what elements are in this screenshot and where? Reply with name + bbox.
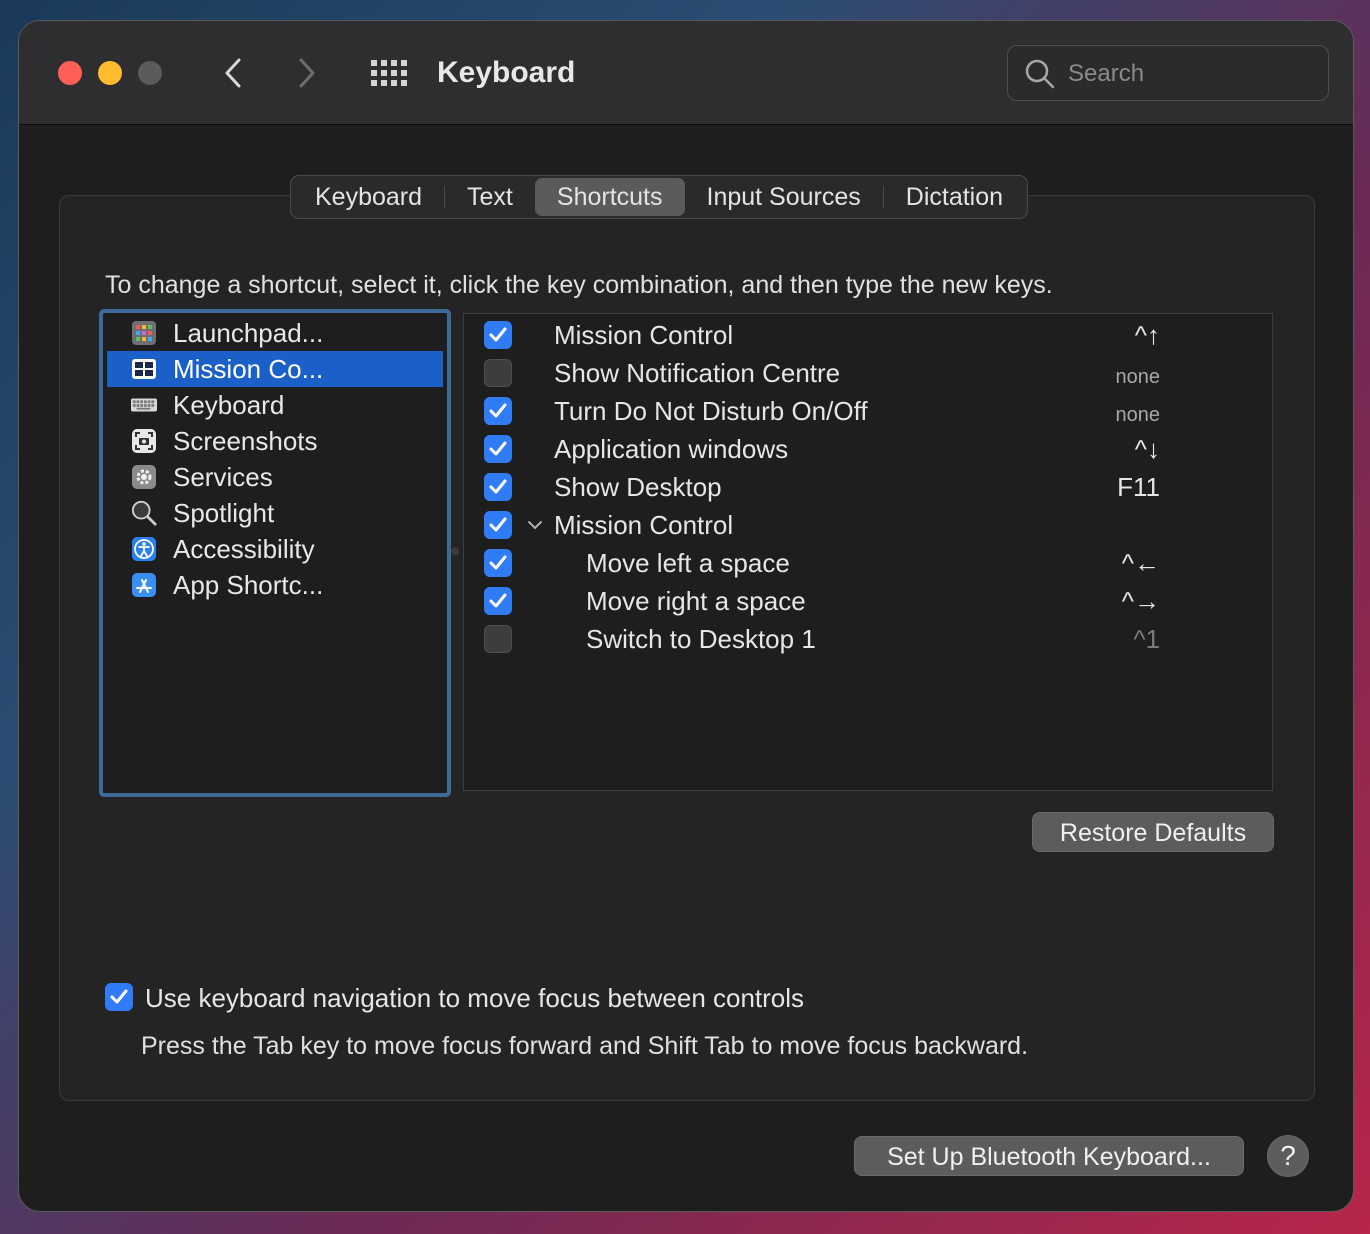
- shortcut-group-label: Mission Control: [554, 510, 734, 540]
- grid-icon: [371, 60, 407, 86]
- titlebar: Keyboard: [19, 21, 1353, 125]
- tab-shortcuts[interactable]: Shortcuts: [534, 178, 685, 216]
- accessibility-icon: [131, 537, 157, 561]
- category-list[interactable]: Launchpad... Mission Co... Keyboard Scre…: [99, 309, 451, 797]
- chevron-right-icon: [299, 58, 315, 88]
- chevron-down-icon[interactable]: [526, 516, 544, 534]
- checkmark-icon: [110, 989, 128, 1004]
- shortcut-key[interactable]: F11: [1117, 470, 1160, 504]
- shortcut-checkbox[interactable]: [484, 359, 512, 387]
- screenshot-icon: [131, 429, 157, 453]
- shortcut-key[interactable]: ^↓: [1135, 432, 1160, 466]
- keyboard-navigation-hint: Press the Tab key to move focus forward …: [141, 1032, 1029, 1060]
- keyboard-icon: [131, 393, 157, 417]
- checkmark-icon: [489, 517, 507, 532]
- category-mission-control[interactable]: Mission Co...: [107, 351, 443, 387]
- checkmark-icon: [489, 593, 507, 608]
- shortcut-label: Move left a space: [586, 548, 790, 578]
- shortcut-row[interactable]: Move left a space ^←: [464, 544, 1272, 582]
- shortcut-label: Switch to Desktop 1: [586, 624, 816, 654]
- shortcut-row[interactable]: Switch to Desktop 1 ^1: [464, 620, 1272, 658]
- checkmark-icon: [489, 479, 507, 494]
- shortcut-key[interactable]: ^1: [1133, 622, 1160, 656]
- category-label: Mission Co...: [173, 354, 324, 384]
- shortcut-label: Mission Control: [554, 320, 734, 350]
- category-spotlight[interactable]: Spotlight: [107, 495, 443, 531]
- shortcut-key[interactable]: none: [1116, 360, 1161, 394]
- minimize-button[interactable]: [98, 61, 122, 85]
- search-field[interactable]: [1007, 45, 1329, 101]
- shortcut-row[interactable]: Show Notification Centre none: [464, 354, 1272, 392]
- instruction-text: To change a shortcut, select it, click t…: [105, 271, 1053, 299]
- checkmark-icon: [489, 327, 507, 342]
- category-label: Keyboard: [173, 390, 285, 420]
- shortcut-row[interactable]: Show Desktop F11: [464, 468, 1272, 506]
- shortcut-key[interactable]: ^←: [1122, 546, 1160, 580]
- forward-button[interactable]: [287, 51, 327, 95]
- shortcut-label: Turn Do Not Disturb On/Off: [554, 396, 868, 426]
- chevron-left-icon: [225, 58, 241, 88]
- close-button[interactable]: [58, 61, 82, 85]
- category-screenshots[interactable]: Screenshots: [107, 423, 443, 459]
- shortcut-key[interactable]: none: [1116, 398, 1161, 432]
- shortcut-checkbox[interactable]: [484, 397, 512, 425]
- shortcut-list[interactable]: Mission Control ^↑ Show Notification Cen…: [463, 313, 1273, 791]
- shortcut-checkbox[interactable]: [484, 549, 512, 577]
- keyboard-navigation-label[interactable]: Use keyboard navigation to move focus be…: [145, 981, 804, 1015]
- back-button[interactable]: [213, 51, 253, 95]
- gear-icon: [131, 465, 157, 489]
- zoom-button[interactable]: [138, 61, 162, 85]
- keyboard-navigation-checkbox[interactable]: [105, 983, 133, 1011]
- shortcut-group-row[interactable]: Mission Control: [464, 506, 1272, 544]
- show-all-button[interactable]: [367, 53, 411, 93]
- category-launchpad[interactable]: Launchpad...: [107, 315, 443, 351]
- shortcut-label: Show Desktop: [554, 472, 722, 502]
- mission-control-icon: [131, 357, 157, 381]
- shortcut-key[interactable]: ^↑: [1135, 318, 1160, 352]
- shortcut-label: Move right a space: [586, 586, 806, 616]
- shortcut-checkbox[interactable]: [484, 587, 512, 615]
- restore-defaults-button[interactable]: Restore Defaults: [1032, 812, 1274, 852]
- search-input[interactable]: [1068, 56, 1308, 92]
- search-icon: [1025, 59, 1055, 89]
- tab-input-sources[interactable]: Input Sources: [685, 178, 883, 216]
- setup-bluetooth-keyboard-button[interactable]: Set Up Bluetooth Keyboard...: [854, 1136, 1244, 1176]
- tab-text[interactable]: Text: [445, 178, 535, 216]
- category-label: Launchpad...: [173, 318, 324, 348]
- category-label: Screenshots: [173, 426, 318, 456]
- shortcut-checkbox[interactable]: [484, 473, 512, 501]
- category-keyboard[interactable]: Keyboard: [107, 387, 443, 423]
- shortcut-row[interactable]: Move right a space ^→: [464, 582, 1272, 620]
- shortcut-label: Show Notification Centre: [554, 358, 841, 388]
- system-preferences-window: Keyboard Keyboard Text Shortcuts Input S…: [18, 20, 1354, 1212]
- magnifier-icon: [131, 500, 157, 526]
- shortcut-checkbox[interactable]: [484, 435, 512, 463]
- shortcut-key[interactable]: ^→: [1122, 584, 1160, 618]
- launchpad-icon: [131, 321, 157, 345]
- shortcut-checkbox[interactable]: [484, 321, 512, 349]
- checkmark-icon: [489, 403, 507, 418]
- split-view-handle[interactable]: [451, 547, 459, 555]
- tab-dictation[interactable]: Dictation: [884, 178, 1025, 216]
- help-button[interactable]: ?: [1267, 1135, 1309, 1177]
- shortcut-checkbox[interactable]: [484, 511, 512, 539]
- category-services[interactable]: Services: [107, 459, 443, 495]
- shortcut-row[interactable]: Mission Control ^↑: [464, 316, 1272, 354]
- shortcut-row[interactable]: Turn Do Not Disturb On/Off none: [464, 392, 1272, 430]
- shortcut-checkbox[interactable]: [484, 625, 512, 653]
- category-label: Accessibility: [173, 534, 315, 564]
- category-app-shortcuts[interactable]: App Shortc...: [107, 567, 443, 603]
- shortcut-row[interactable]: Application windows ^↓: [464, 430, 1272, 468]
- checkmark-icon: [489, 441, 507, 456]
- app-store-icon: [131, 573, 157, 597]
- tab-bar: Keyboard Text Shortcuts Input Sources Di…: [290, 175, 1029, 219]
- category-label: Services: [173, 462, 273, 492]
- shortcut-label: Application windows: [554, 434, 789, 464]
- category-label: App Shortc...: [173, 570, 324, 600]
- checkmark-icon: [489, 555, 507, 570]
- category-accessibility[interactable]: Accessibility: [107, 531, 443, 567]
- category-label: Spotlight: [173, 498, 275, 528]
- tab-keyboard[interactable]: Keyboard: [293, 178, 444, 216]
- window-title: Keyboard: [437, 56, 576, 89]
